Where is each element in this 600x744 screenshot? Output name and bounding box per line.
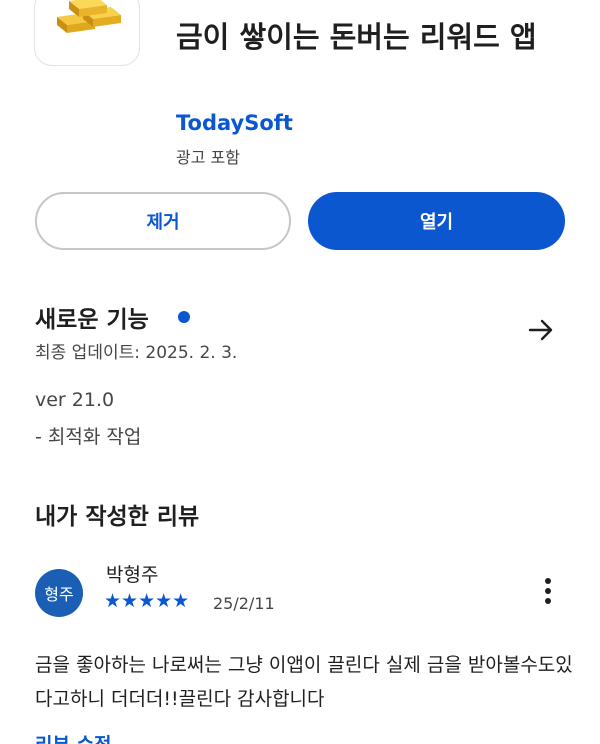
edit-review-link[interactable]: 리뷰 수정: [35, 733, 112, 744]
developer-link[interactable]: TodaySoft: [176, 111, 293, 135]
last-updated: 최종 업데이트: 2025. 2. 3.: [35, 343, 238, 363]
version-text: ver 21.0: [35, 389, 115, 411]
star-rating: ★★★★★: [104, 590, 190, 612]
release-note: - 최적화 작업: [35, 426, 142, 448]
app-icon: [34, 0, 140, 66]
open-button[interactable]: 열기: [308, 192, 565, 250]
whats-new-title[interactable]: 새로운 기능: [35, 300, 149, 334]
ad-label: 광고 포함: [176, 148, 240, 167]
my-review-heading: 내가 작성한 리뷰: [35, 504, 200, 530]
avatar-text: 형주: [44, 585, 74, 604]
app-title: 금이 쌓이는 돈버는 리워드 앱: [176, 20, 537, 54]
avatar: 형주: [35, 569, 83, 617]
review-date: 25/2/11: [213, 594, 275, 613]
remove-button[interactable]: 제거: [35, 192, 291, 250]
review-text: 금을 좋아하는 나로써는 그냥 이앱이 끌린다 실제 금을 받아볼수도있다고하니…: [35, 654, 573, 710]
reviewer-name: 박형주: [106, 564, 159, 586]
arrow-right-icon[interactable]: [526, 315, 556, 345]
gold-bars-icon: [57, 0, 121, 33]
more-options-icon[interactable]: [538, 578, 558, 606]
new-indicator-dot: [178, 311, 190, 323]
